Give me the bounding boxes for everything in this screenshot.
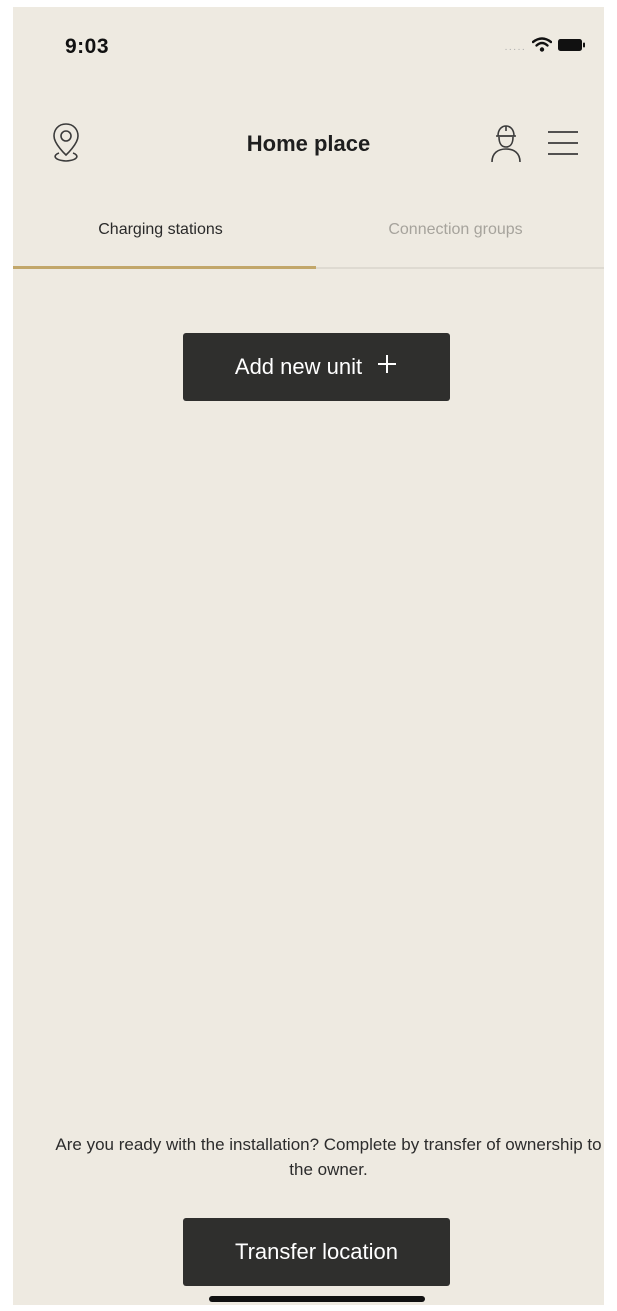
battery-icon <box>558 38 586 57</box>
tab-active-indicator <box>13 266 316 269</box>
tab-connection-groups[interactable]: Connection groups <box>308 221 603 239</box>
menu-icon[interactable] <box>543 119 583 167</box>
installation-info-text: Are you ready with the installation? Com… <box>55 1135 602 1179</box>
installer-profile-icon[interactable] <box>486 119 526 167</box>
wifi-icon <box>531 37 553 57</box>
status-icons: ····· <box>504 37 586 57</box>
app-screen: 9:03 ····· Home place Charging stations … <box>13 7 604 1305</box>
transfer-location-label: Transfer location <box>234 1239 399 1264</box>
add-new-unit-button[interactable]: Add new unit <box>183 333 450 401</box>
plus-icon <box>376 353 398 381</box>
tab-charging-stations[interactable]: Charging stations <box>13 221 308 239</box>
transfer-location-button[interactable]: Transfer location <box>183 1218 450 1286</box>
signal-dots-icon: ····· <box>504 43 526 55</box>
add-new-unit-label: Add new unit <box>234 354 363 379</box>
status-time: 9:03 <box>65 35 110 58</box>
home-indicator[interactable] <box>209 1296 425 1302</box>
